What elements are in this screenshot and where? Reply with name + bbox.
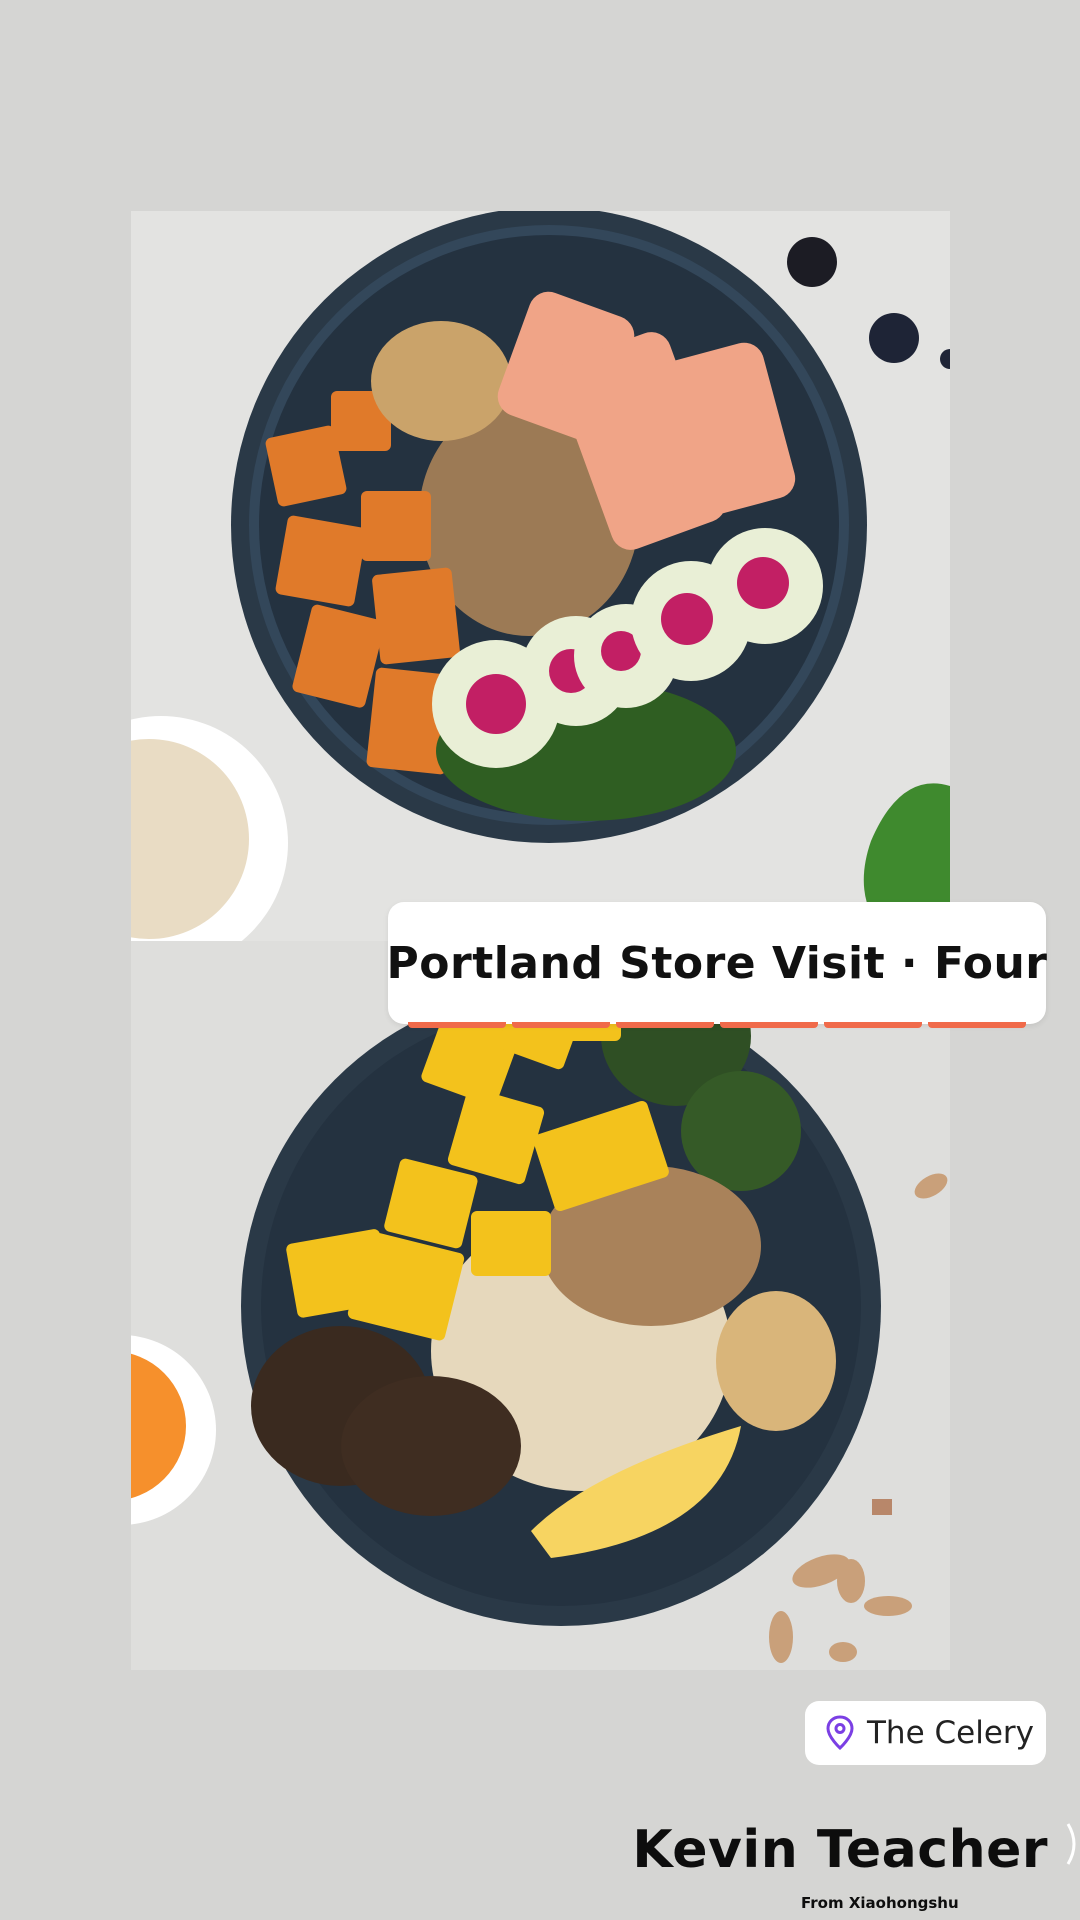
location-name: The Celery bbox=[867, 1715, 1035, 1751]
chicken-mango-bowl-photo[interactable] bbox=[131, 941, 950, 1670]
post-title: Portland Store Visit · Four bbox=[386, 937, 1048, 989]
map-pin-icon bbox=[826, 1715, 854, 1751]
edge-arc-decoration bbox=[1066, 1823, 1076, 1865]
title-accent-underline bbox=[408, 1022, 1026, 1028]
author-name[interactable]: Kevin Teacher bbox=[632, 1820, 1048, 1880]
salmon-grain-bowl-photo[interactable] bbox=[131, 211, 950, 941]
source-label: From Xiaohongshu bbox=[801, 1894, 959, 1912]
post-title-card[interactable]: Portland Store Visit · Four bbox=[386, 902, 1048, 1024]
location-tag[interactable]: The Celery bbox=[805, 1701, 1046, 1765]
